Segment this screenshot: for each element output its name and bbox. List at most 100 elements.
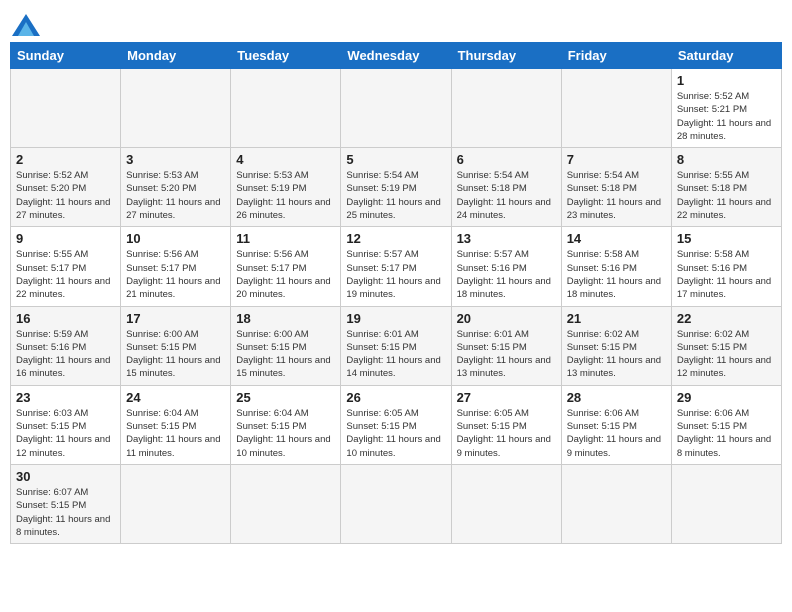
- calendar-cell: 27 Sunrise: 6:05 AM Sunset: 5:15 PM Dayli…: [451, 385, 561, 464]
- day-info: Sunrise: 5:57 AM Sunset: 5:16 PM Dayligh…: [457, 248, 556, 301]
- day-number: 26: [346, 390, 445, 405]
- day-info: Sunrise: 5:52 AM Sunset: 5:20 PM Dayligh…: [16, 169, 115, 222]
- day-number: 21: [567, 311, 666, 326]
- day-number: 15: [677, 231, 776, 246]
- calendar-cell: 12Sunrise: 5:57 AM Sunset: 5:17 PM Dayli…: [341, 227, 451, 306]
- day-number: 16: [16, 311, 115, 326]
- logo: [10, 10, 40, 36]
- day-number: 4: [236, 152, 335, 167]
- weekday-header-friday: Friday: [561, 43, 671, 69]
- weekday-header-saturday: Saturday: [671, 43, 781, 69]
- calendar-week-6: 30 Sunrise: 6:07 AM Sunset: 5:15 PM Dayli…: [11, 464, 782, 543]
- calendar-cell: 4 Sunrise: 5:53 AM Sunset: 5:19 PM Daylig…: [231, 148, 341, 227]
- day-number: 27: [457, 390, 556, 405]
- calendar-cell: 13Sunrise: 5:57 AM Sunset: 5:16 PM Dayli…: [451, 227, 561, 306]
- calendar-cell: 28Sunrise: 6:06 AM Sunset: 5:15 PM Dayli…: [561, 385, 671, 464]
- day-number: 6: [457, 152, 556, 167]
- calendar-cell: 5 Sunrise: 5:54 AM Sunset: 5:19 PM Daylig…: [341, 148, 451, 227]
- calendar-cell: 9 Sunrise: 5:55 AM Sunset: 5:17 PM Daylig…: [11, 227, 121, 306]
- calendar-cell: [451, 464, 561, 543]
- day-info: Sunrise: 6:01 AM Sunset: 5:15 PM Dayligh…: [457, 328, 556, 381]
- day-number: 24: [126, 390, 225, 405]
- calendar-cell: 15Sunrise: 5:58 AM Sunset: 5:16 PM Dayli…: [671, 227, 781, 306]
- day-info: Sunrise: 6:06 AM Sunset: 5:15 PM Dayligh…: [677, 407, 776, 460]
- day-info: Sunrise: 6:07 AM Sunset: 5:15 PM Dayligh…: [16, 486, 115, 539]
- day-number: 17: [126, 311, 225, 326]
- day-info: Sunrise: 6:03 AM Sunset: 5:15 PM Dayligh…: [16, 407, 115, 460]
- day-number: 8: [677, 152, 776, 167]
- day-info: Sunrise: 6:05 AM Sunset: 5:15 PM Dayligh…: [457, 407, 556, 460]
- day-info: Sunrise: 5:58 AM Sunset: 5:16 PM Dayligh…: [567, 248, 666, 301]
- day-info: Sunrise: 6:02 AM Sunset: 5:15 PM Dayligh…: [677, 328, 776, 381]
- day-number: 11: [236, 231, 335, 246]
- calendar-cell: 24 Sunrise: 6:04 AM Sunset: 5:15 PM Dayli…: [121, 385, 231, 464]
- day-number: 30: [16, 469, 115, 484]
- calendar-table: SundayMondayTuesdayWednesdayThursdayFrid…: [10, 42, 782, 544]
- day-number: 1: [677, 73, 776, 88]
- calendar-cell: 6 Sunrise: 5:54 AM Sunset: 5:18 PM Daylig…: [451, 148, 561, 227]
- calendar-cell: 7 Sunrise: 5:54 AM Sunset: 5:18 PM Daylig…: [561, 148, 671, 227]
- calendar-cell: [451, 69, 561, 148]
- day-info: Sunrise: 6:01 AM Sunset: 5:15 PM Dayligh…: [346, 328, 445, 381]
- calendar-cell: [231, 69, 341, 148]
- weekday-header-tuesday: Tuesday: [231, 43, 341, 69]
- day-number: 19: [346, 311, 445, 326]
- calendar-week-5: 23 Sunrise: 6:03 AM Sunset: 5:15 PM Dayli…: [11, 385, 782, 464]
- calendar-cell: 18 Sunrise: 6:00 AM Sunset: 5:15 PM Dayli…: [231, 306, 341, 385]
- day-info: Sunrise: 5:53 AM Sunset: 5:19 PM Dayligh…: [236, 169, 335, 222]
- weekday-header-thursday: Thursday: [451, 43, 561, 69]
- day-info: Sunrise: 5:54 AM Sunset: 5:19 PM Dayligh…: [346, 169, 445, 222]
- logo-icon: [12, 14, 40, 36]
- calendar-cell: 23 Sunrise: 6:03 AM Sunset: 5:15 PM Dayli…: [11, 385, 121, 464]
- day-info: Sunrise: 5:55 AM Sunset: 5:17 PM Dayligh…: [16, 248, 115, 301]
- page: SundayMondayTuesdayWednesdayThursdayFrid…: [0, 0, 792, 549]
- header: [10, 10, 782, 36]
- weekday-header-sunday: Sunday: [11, 43, 121, 69]
- calendar-cell: [121, 464, 231, 543]
- day-number: 18: [236, 311, 335, 326]
- day-info: Sunrise: 5:52 AM Sunset: 5:21 PM Dayligh…: [677, 90, 776, 143]
- day-number: 22: [677, 311, 776, 326]
- day-info: Sunrise: 5:56 AM Sunset: 5:17 PM Dayligh…: [236, 248, 335, 301]
- day-info: Sunrise: 6:00 AM Sunset: 5:15 PM Dayligh…: [236, 328, 335, 381]
- calendar-cell: 25Sunrise: 6:04 AM Sunset: 5:15 PM Dayli…: [231, 385, 341, 464]
- calendar-cell: 16Sunrise: 5:59 AM Sunset: 5:16 PM Dayli…: [11, 306, 121, 385]
- day-number: 25: [236, 390, 335, 405]
- day-info: Sunrise: 6:04 AM Sunset: 5:15 PM Dayligh…: [126, 407, 225, 460]
- day-number: 3: [126, 152, 225, 167]
- calendar-cell: 2Sunrise: 5:52 AM Sunset: 5:20 PM Daylig…: [11, 148, 121, 227]
- calendar-cell: 20 Sunrise: 6:01 AM Sunset: 5:15 PM Dayli…: [451, 306, 561, 385]
- day-number: 7: [567, 152, 666, 167]
- calendar-cell: 21 Sunrise: 6:02 AM Sunset: 5:15 PM Dayli…: [561, 306, 671, 385]
- day-number: 9: [16, 231, 115, 246]
- day-number: 23: [16, 390, 115, 405]
- calendar-cell: [231, 464, 341, 543]
- calendar-cell: [671, 464, 781, 543]
- calendar-cell: 19 Sunrise: 6:01 AM Sunset: 5:15 PM Dayli…: [341, 306, 451, 385]
- calendar-cell: [341, 69, 451, 148]
- day-info: Sunrise: 6:02 AM Sunset: 5:15 PM Dayligh…: [567, 328, 666, 381]
- calendar-cell: 26 Sunrise: 6:05 AM Sunset: 5:15 PM Dayli…: [341, 385, 451, 464]
- calendar-cell: [11, 69, 121, 148]
- calendar-cell: [561, 464, 671, 543]
- day-number: 20: [457, 311, 556, 326]
- day-info: Sunrise: 5:54 AM Sunset: 5:18 PM Dayligh…: [457, 169, 556, 222]
- calendar-week-2: 2Sunrise: 5:52 AM Sunset: 5:20 PM Daylig…: [11, 148, 782, 227]
- calendar-cell: 29Sunrise: 6:06 AM Sunset: 5:15 PM Dayli…: [671, 385, 781, 464]
- weekday-header-monday: Monday: [121, 43, 231, 69]
- calendar-cell: 1 Sunrise: 5:52 AM Sunset: 5:21 PM Daylig…: [671, 69, 781, 148]
- calendar-cell: 17 Sunrise: 6:00 AM Sunset: 5:15 PM Dayli…: [121, 306, 231, 385]
- calendar-body: 1 Sunrise: 5:52 AM Sunset: 5:21 PM Daylig…: [11, 69, 782, 544]
- day-info: Sunrise: 5:57 AM Sunset: 5:17 PM Dayligh…: [346, 248, 445, 301]
- calendar-week-1: 1 Sunrise: 5:52 AM Sunset: 5:21 PM Daylig…: [11, 69, 782, 148]
- calendar-cell: 3 Sunrise: 5:53 AM Sunset: 5:20 PM Daylig…: [121, 148, 231, 227]
- weekday-header-wednesday: Wednesday: [341, 43, 451, 69]
- day-info: Sunrise: 6:00 AM Sunset: 5:15 PM Dayligh…: [126, 328, 225, 381]
- day-info: Sunrise: 6:05 AM Sunset: 5:15 PM Dayligh…: [346, 407, 445, 460]
- calendar-cell: 8Sunrise: 5:55 AM Sunset: 5:18 PM Daylig…: [671, 148, 781, 227]
- day-number: 10: [126, 231, 225, 246]
- day-number: 5: [346, 152, 445, 167]
- day-info: Sunrise: 5:54 AM Sunset: 5:18 PM Dayligh…: [567, 169, 666, 222]
- day-info: Sunrise: 5:53 AM Sunset: 5:20 PM Dayligh…: [126, 169, 225, 222]
- calendar-cell: 10Sunrise: 5:56 AM Sunset: 5:17 PM Dayli…: [121, 227, 231, 306]
